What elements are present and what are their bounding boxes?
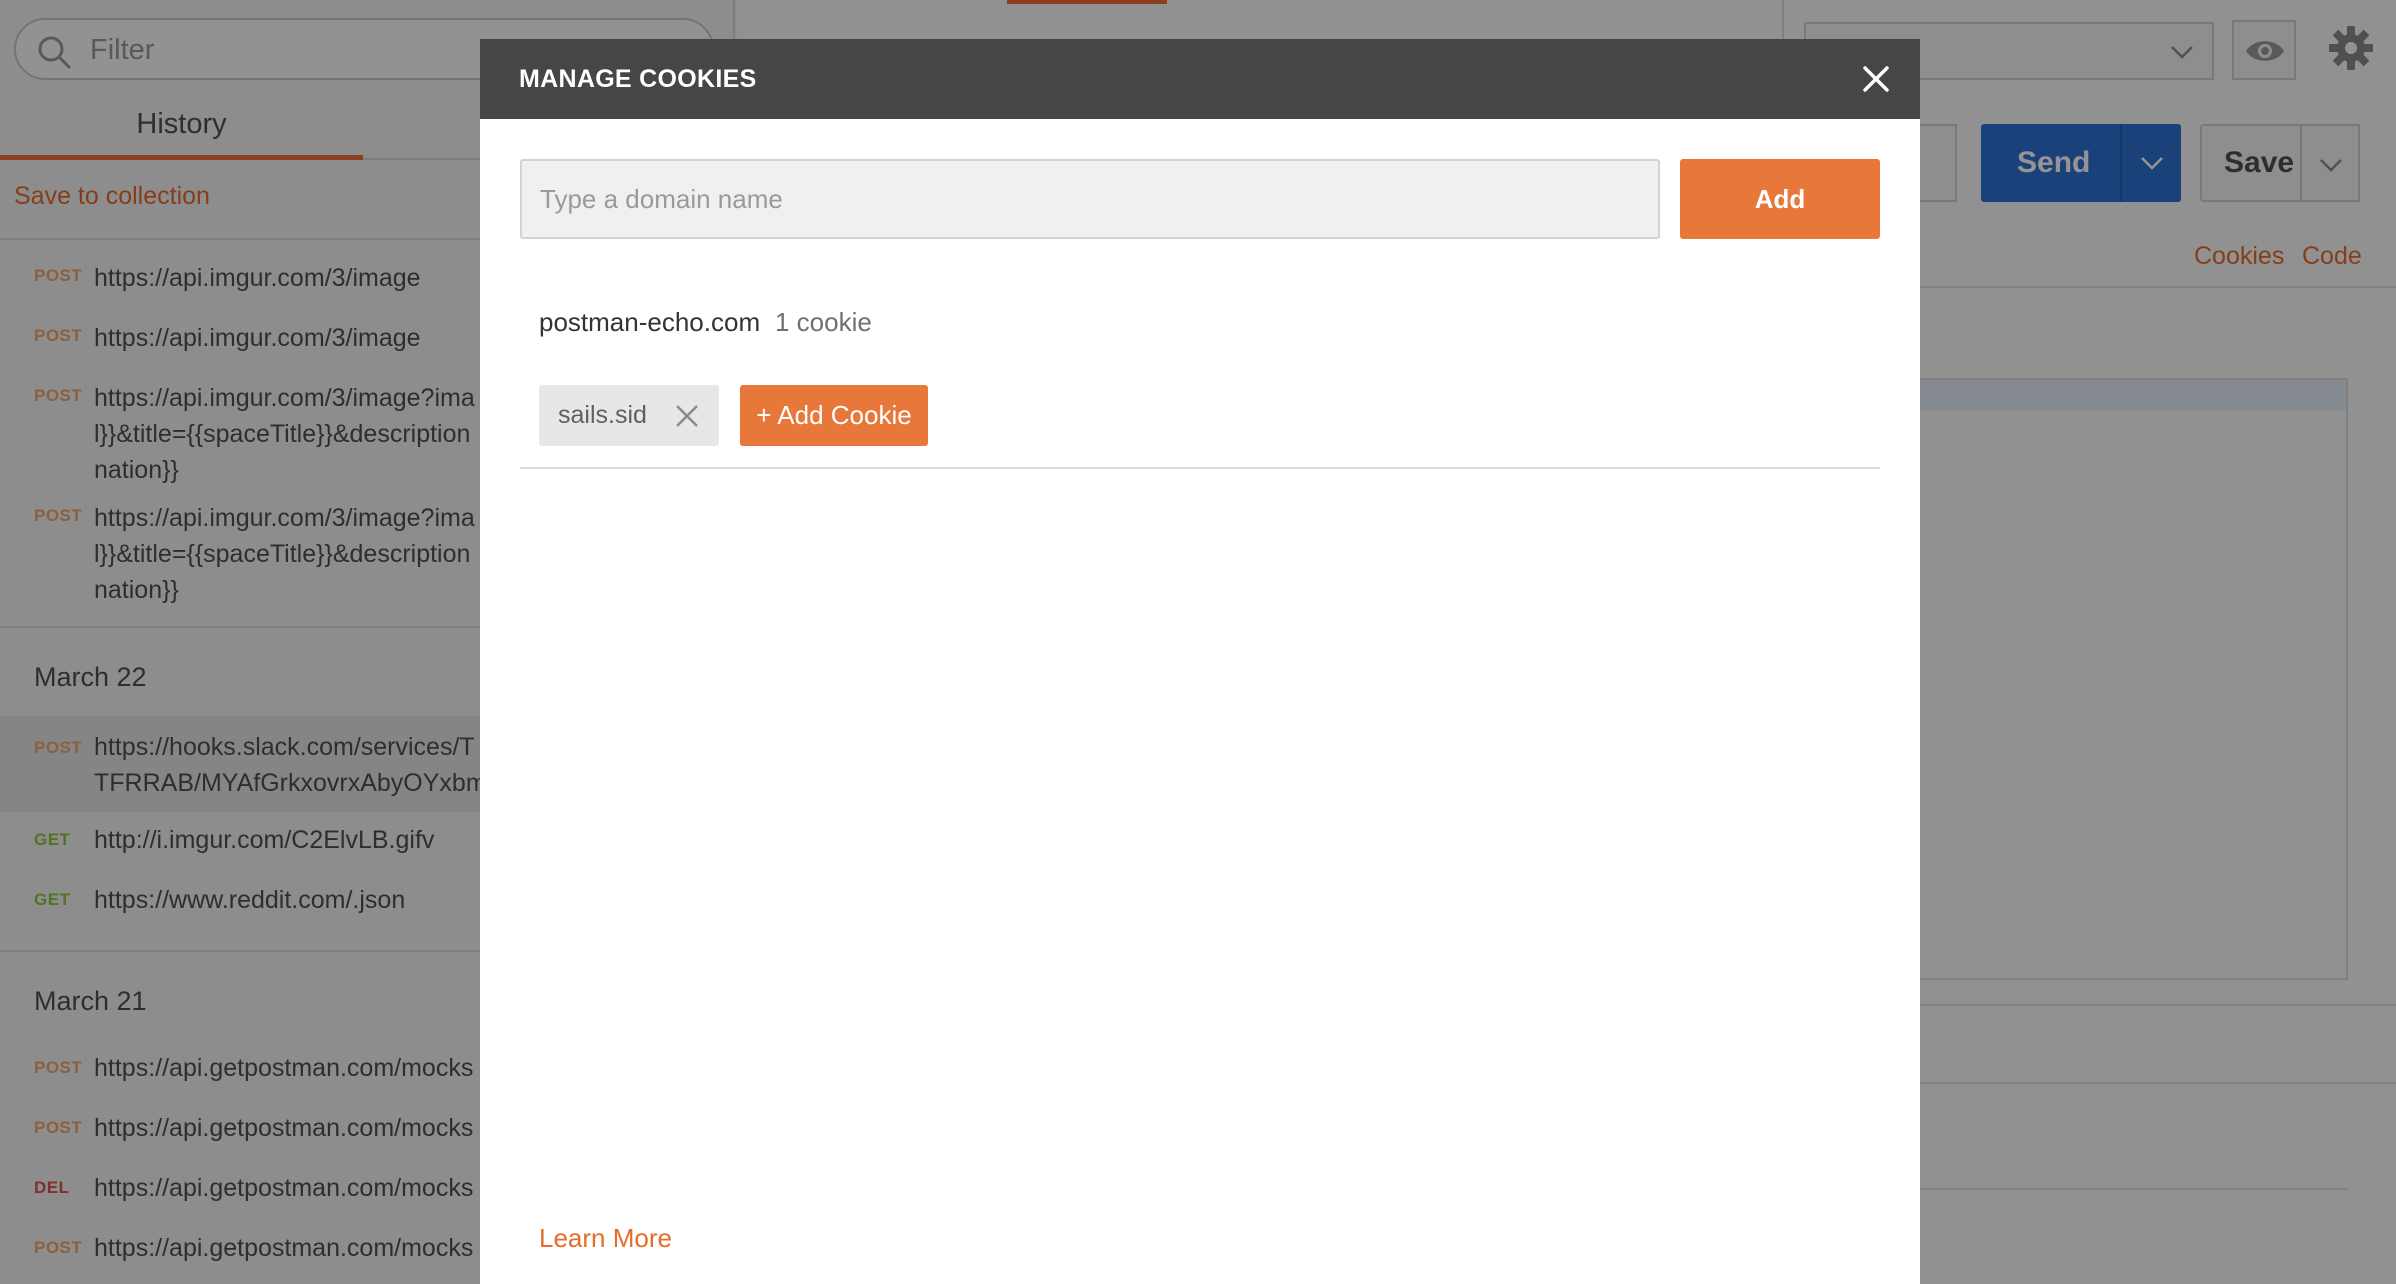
- cookie-chip[interactable]: sails.sid: [539, 385, 719, 446]
- cookie-name: sails.sid: [558, 401, 647, 429]
- postman-app: History Save to collection POST https://…: [0, 0, 2396, 1284]
- domain-name-input[interactable]: [520, 159, 1660, 239]
- close-icon[interactable]: [1856, 59, 1896, 99]
- close-icon[interactable]: [673, 402, 701, 430]
- add-domain-button[interactable]: Add: [1680, 159, 1880, 239]
- add-cookie-button[interactable]: + Add Cookie: [740, 385, 928, 446]
- modal-title: MANAGE COOKIES: [519, 65, 757, 93]
- learn-more-link[interactable]: Learn More: [539, 1223, 672, 1254]
- cookie-count: 1 cookie: [775, 307, 872, 337]
- divider: [520, 467, 1880, 469]
- manage-cookies-modal: MANAGE COOKIES Add postman-echo.com 1 co…: [480, 39, 1920, 1284]
- modal-header: MANAGE COOKIES: [480, 39, 1920, 119]
- cookie-domain-name: postman-echo.com: [539, 307, 761, 337]
